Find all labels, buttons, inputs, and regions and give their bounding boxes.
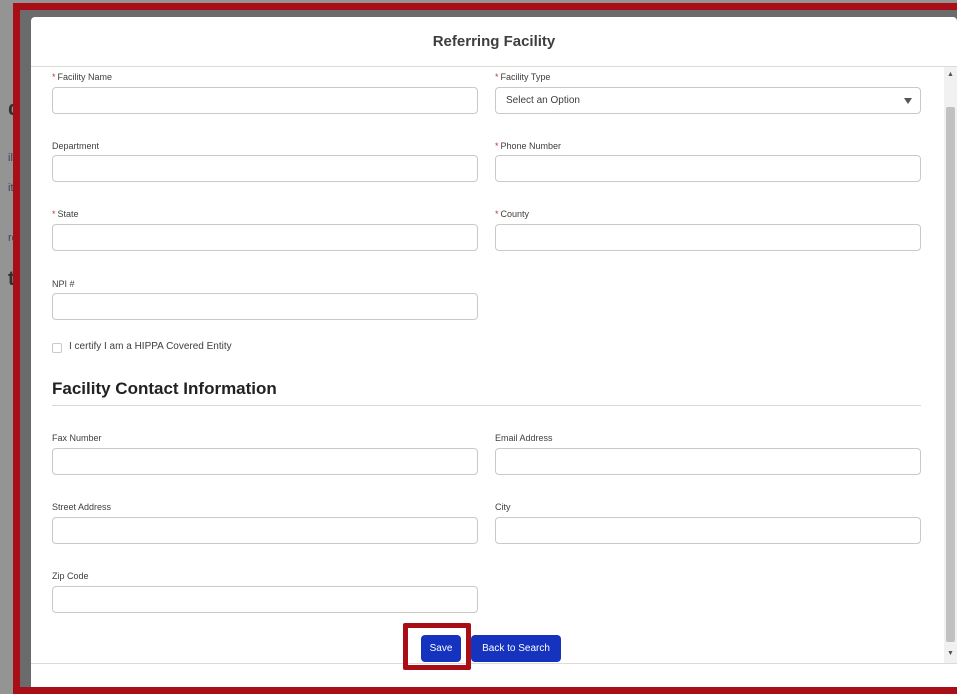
contact-section-title: Facility Contact Information — [52, 379, 277, 398]
department-label: Department — [52, 141, 100, 151]
scroll-down-arrow-icon[interactable]: ▼ — [947, 650, 954, 657]
email-address-label: Email Address — [495, 433, 553, 443]
phone-number-label: * Phone Number — [495, 141, 562, 151]
facility-name-label: * Facility Name — [52, 72, 113, 82]
modal-scrollbar[interactable]: ▲ ▼ — [944, 67, 957, 663]
modal-header: Referring Facility — [31, 17, 957, 67]
state-label: * State — [52, 209, 79, 219]
hipaa-certify-checkbox[interactable] — [52, 343, 62, 353]
referring-facility-modal: Referring Facility * Facility Name * Facil… — [31, 17, 957, 687]
city-label: City — [495, 502, 511, 512]
zip-code-label: Zip Code — [52, 571, 89, 581]
state-input[interactable] — [52, 224, 478, 251]
zip-code-input[interactable] — [52, 586, 478, 613]
phone-number-input[interactable] — [495, 155, 921, 182]
modal-title: Referring Facility — [432, 33, 556, 50]
hipaa-certify-label[interactable]: I certify I am a HIPPA Covered Entity — [69, 341, 232, 352]
scrollbar-thumb[interactable] — [946, 107, 955, 642]
county-input[interactable] — [495, 224, 921, 251]
modal-footer — [31, 663, 957, 687]
scroll-up-arrow-icon[interactable]: ▲ — [947, 71, 954, 78]
facility-name-input[interactable] — [52, 87, 478, 114]
save-button[interactable]: Save — [421, 635, 461, 662]
dropdown-caret-icon — [904, 98, 912, 104]
fax-number-label: Fax Number — [52, 433, 102, 443]
email-address-input[interactable] — [495, 448, 921, 475]
section-divider — [52, 405, 921, 406]
city-input[interactable] — [495, 517, 921, 544]
npi-label: NPI # — [52, 279, 75, 289]
county-label: * County — [495, 209, 530, 219]
fax-number-input[interactable] — [52, 448, 478, 475]
facility-type-value: Select an Option — [506, 95, 580, 106]
street-address-input[interactable] — [52, 517, 478, 544]
npi-input[interactable] — [52, 293, 478, 320]
street-address-label: Street Address — [52, 502, 112, 512]
back-to-search-button[interactable]: Back to Search — [471, 635, 561, 662]
department-input[interactable] — [52, 155, 478, 182]
facility-type-select[interactable]: Select an Option — [495, 87, 921, 114]
facility-type-label: * Facility Type — [495, 72, 551, 82]
